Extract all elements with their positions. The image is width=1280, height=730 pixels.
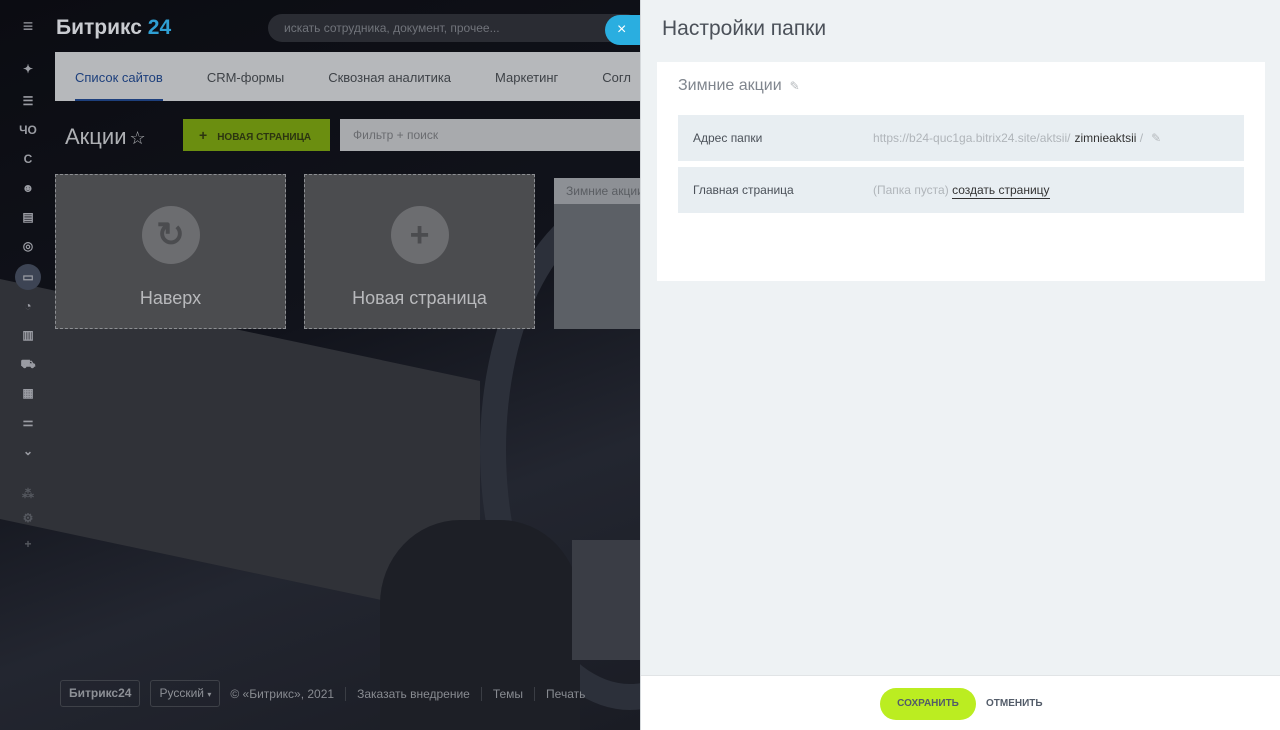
background-overlay [0, 0, 640, 730]
logo-number: 24 [147, 16, 172, 39]
target-icon[interactable]: ◎ [18, 238, 38, 254]
tab-site-list[interactable]: Список сайтов [75, 52, 163, 101]
plus-icon: + [390, 206, 449, 264]
cart-icon[interactable]: ⛟ [18, 356, 38, 372]
star-icon[interactable]: ☆ [129, 128, 145, 148]
filter-icon[interactable]: ☰ [18, 93, 38, 109]
url-suffix: / [1139, 131, 1144, 145]
close-icon: × [617, 21, 627, 38]
filter-input[interactable]: Фильтр + поиск [340, 119, 640, 151]
folder-address-value: https://b24-quc1ga.bitrix24.site/aktsii/… [873, 115, 1161, 161]
folder-address-row: Адрес папки https://b24-quc1ga.bitrix24.… [678, 115, 1244, 161]
save-button[interactable]: СОХРАНИТЬ [880, 688, 976, 720]
language-value: Русский [159, 686, 204, 700]
row-label: Адрес папки [693, 131, 763, 145]
footer: Битрикс24 Русский ▾ © «Битрикс», 2021 За… [60, 680, 585, 707]
tile-label: Зимние акции [554, 178, 640, 204]
folder-name-text: Зимние акции [678, 77, 782, 94]
settings-sliders-icon[interactable]: ⚌ [18, 414, 38, 430]
sites-icon[interactable]: ▭ [15, 264, 41, 290]
clock-icon[interactable]: ◔ [18, 298, 38, 314]
tab-agreements[interactable]: Согл [602, 52, 631, 101]
tile-label: Новая страница [352, 288, 487, 308]
gear-icon[interactable]: ⚙ [18, 510, 38, 526]
themes-link[interactable]: Темы [493, 687, 523, 701]
folder-name[interactable]: Зимние акции ✎ [678, 77, 800, 95]
sitemap-icon[interactable]: ⁂ [18, 486, 38, 502]
left-sidebar: ≡ ✦ ☰ ЧО С ☻ ▤ ◎ ▭ ◔ ▥ ⛟ ▦ ⚌ ⌄ ⁂ ⚙ + [0, 0, 56, 730]
tile-folder[interactable]: Зимние акции [554, 178, 640, 329]
tab-analytics[interactable]: Сквозная аналитика [328, 52, 451, 101]
divider [345, 686, 347, 701]
divider [480, 686, 482, 701]
page-title-text: Акции [65, 124, 127, 149]
logo[interactable]: Битрикс 24 [56, 16, 171, 40]
main-page-value: (Папка пуста) создать страницу [873, 167, 1050, 213]
empty-text: (Папка пуста) [873, 183, 949, 197]
main-page-row: Главная страница (Папка пуста) создать с… [678, 167, 1244, 213]
pencil-icon[interactable]: ✎ [1151, 131, 1161, 145]
panel-footer: СОХРАНИТЬ ОТМЕНИТЬ [641, 675, 1280, 730]
new-page-button[interactable]: + НОВАЯ СТРАНИЦА [183, 119, 330, 151]
copyright: © «Битрикс», 2021 [230, 686, 335, 701]
new-page-label: НОВАЯ СТРАНИЦА [217, 132, 312, 143]
footer-brand[interactable]: Битрикс24 [60, 680, 141, 707]
menu-icon[interactable]: ≡ [18, 17, 38, 35]
panel-title: Настройки папки [662, 17, 827, 40]
tile-new-page[interactable]: + Новая страница [304, 174, 535, 329]
pencil-icon[interactable]: ✎ [790, 79, 800, 93]
plus-icon[interactable]: + [18, 536, 38, 552]
plus-icon: + [199, 127, 208, 143]
robot-icon[interactable]: ☻ [18, 180, 38, 196]
settings-card: Зимние акции ✎ Адрес папки https://b24-qu… [657, 62, 1265, 281]
decor-shape [572, 540, 640, 660]
folder-up-icon: ↻ [141, 206, 200, 264]
book-icon[interactable]: ▤ [18, 209, 38, 225]
folder-slug[interactable]: zimnieaktsii [1074, 131, 1136, 145]
folder-settings-panel: Настройки папки Зимние акции ✎ Адрес папк… [640, 0, 1280, 730]
tab-crm-forms[interactable]: CRM-формы [207, 52, 284, 101]
cancel-button[interactable]: ОТМЕНИТЬ [986, 688, 1043, 720]
chevron-down-icon[interactable]: ⌄ [18, 443, 38, 459]
sidebar-item-cho[interactable]: ЧО [18, 122, 38, 138]
order-link[interactable]: Заказать внедрение [357, 687, 470, 701]
language-select[interactable]: Русский ▾ [150, 680, 221, 707]
tabs: Список сайтов CRM-формы Сквозная аналити… [55, 52, 640, 101]
chart-icon[interactable]: ▥ [18, 327, 38, 343]
tile-up[interactable]: ↻ Наверх [55, 174, 286, 329]
logo-text: Битрикс [56, 16, 142, 39]
search-input[interactable]: искать сотрудника, документ, прочее... [268, 14, 640, 42]
tab-marketing[interactable]: Маркетинг [495, 52, 558, 101]
page-title: Акции ☆ [65, 124, 146, 150]
divider [534, 686, 536, 701]
tile-label: Наверх [139, 288, 202, 308]
create-page-link[interactable]: создать страницу [952, 183, 1050, 199]
close-panel-button[interactable]: × [605, 15, 645, 45]
url-prefix: https://b24-quc1ga.bitrix24.site/aktsii/ [873, 131, 1071, 145]
chat-icon[interactable]: ✦ [18, 61, 38, 77]
chevron-down-icon: ▾ [207, 690, 212, 699]
print-link[interactable]: Печать [546, 687, 585, 701]
row-label: Главная страница [693, 183, 794, 197]
sidebar-item-s[interactable]: С [18, 151, 38, 167]
apps-icon[interactable]: ▦ [18, 385, 38, 401]
